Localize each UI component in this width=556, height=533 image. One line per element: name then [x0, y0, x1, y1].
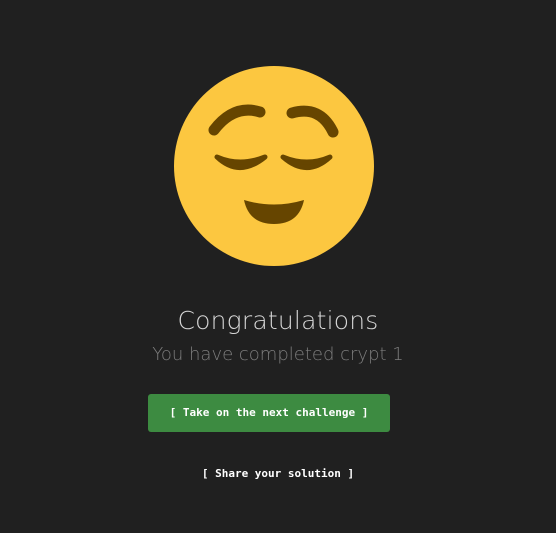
emoji-face — [174, 66, 374, 266]
share-solution-link[interactable]: [ Share your solution ] — [0, 467, 556, 480]
congratulations-page: Congratulations You have completed crypt… — [0, 0, 556, 533]
congratulations-title: Congratulations — [177, 306, 379, 335]
completion-subtitle: You have completed crypt 1 — [152, 344, 404, 365]
next-challenge-button[interactable]: [ Take on the next challenge ] — [148, 394, 390, 432]
relieved-face-icon — [174, 66, 374, 266]
